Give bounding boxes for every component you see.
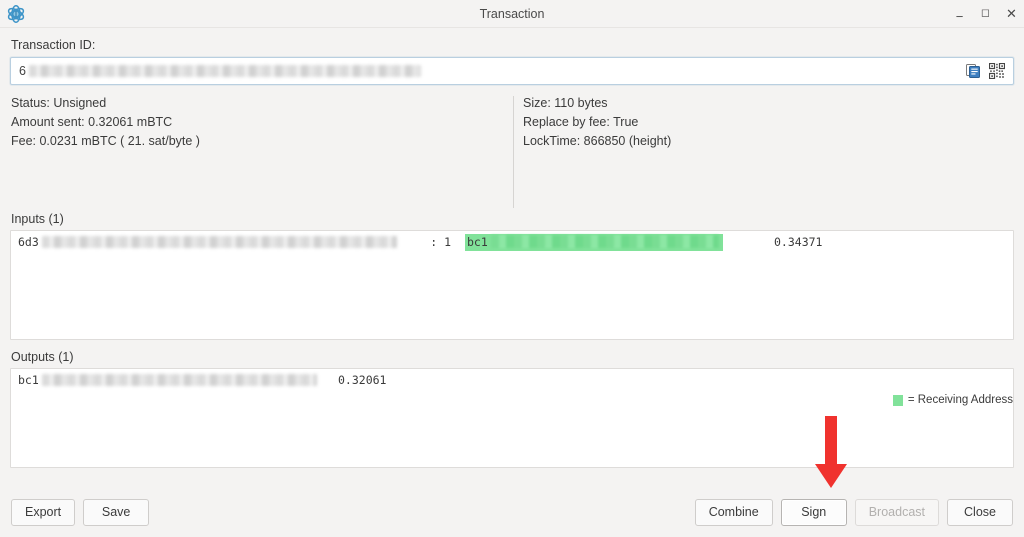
legend-swatch-icon <box>892 394 903 406</box>
transaction-id-input[interactable]: 6 <box>11 58 959 84</box>
title-bar: Transaction − ◻ ✕ <box>0 0 1024 28</box>
electrum-atom-icon <box>5 3 27 25</box>
qr-code-icon[interactable] <box>988 62 1006 80</box>
input-address-highlight: bc1 <box>465 233 723 251</box>
sign-button[interactable]: Sign <box>780 498 847 526</box>
input-index: : 1 <box>430 235 451 249</box>
input-txid-cell: 6d3 <box>18 235 427 249</box>
detail-locktime: LockTime: 866850 (height) <box>523 134 672 148</box>
right-button-group: Combine Sign Broadcast Close <box>694 498 1013 526</box>
output-address-prefix: bc1 <box>18 373 39 387</box>
input-txid-redacted <box>41 236 397 248</box>
close-window-button[interactable]: ✕ <box>1005 7 1018 20</box>
detail-status: Status: Unsigned <box>11 96 107 110</box>
input-address-redacted <box>490 235 719 248</box>
details-left-column: Status: Unsigned Amount sent: 0.32061 mB… <box>10 94 513 212</box>
output-amount: 0.32061 <box>338 373 387 387</box>
left-button-group: Export Save <box>11 498 150 526</box>
maximize-button[interactable]: ◻ <box>979 8 992 19</box>
inputs-label: Inputs (1) <box>11 212 64 226</box>
output-address-redacted <box>41 374 317 386</box>
output-address-cell: bc1 <box>18 373 338 387</box>
detail-amount-sent: Amount sent: 0.32061 mBTC <box>11 115 173 129</box>
input-address-prefix: bc1 <box>467 234 488 249</box>
broadcast-button: Broadcast <box>854 498 939 526</box>
window-controls: − ◻ ✕ <box>953 0 1018 27</box>
close-button[interactable]: Close <box>947 498 1013 526</box>
combine-button[interactable]: Combine <box>694 498 773 526</box>
window-title: Transaction <box>479 6 545 21</box>
dialog-button-bar: Export Save Combine Sign Broadcast Close <box>0 487 1024 537</box>
outputs-list[interactable]: bc1 0.32061 <box>10 368 1014 468</box>
transaction-id-label: Transaction ID: <box>11 38 96 52</box>
table-row[interactable]: bc1 0.32061 <box>11 369 1013 391</box>
transaction-id-actions <box>959 58 1013 84</box>
transaction-id-row: 6 <box>10 57 1014 85</box>
transaction-id-value: 6 <box>19 64 26 78</box>
legend-text: = Receiving Address <box>907 394 1013 406</box>
outputs-label: Outputs (1) <box>11 350 74 364</box>
detail-replace-by-fee: Replace by fee: True <box>523 115 639 129</box>
minimize-button[interactable]: − <box>953 10 966 23</box>
transaction-details: Status: Unsigned Amount sent: 0.32061 mB… <box>10 94 1014 212</box>
details-right-column: Size: 110 bytes Replace by fee: True Loc… <box>514 94 671 212</box>
detail-size: Size: 110 bytes <box>523 96 608 110</box>
dialog-content: Transaction ID: 6 Status: Unsigned Amoun… <box>0 38 1024 468</box>
input-address-cell: bc1 <box>465 233 723 251</box>
inputs-list[interactable]: 6d3 : 1 bc1 0.34371 <box>10 230 1014 340</box>
input-txid-prefix: 6d3 <box>18 235 39 249</box>
detail-fee: Fee: 0.0231 mBTC ( 21. sat/byte ) <box>11 134 200 148</box>
export-button[interactable]: Export <box>11 498 76 526</box>
copy-icon[interactable] <box>965 63 981 79</box>
transaction-id-redacted <box>28 65 421 77</box>
table-row[interactable]: 6d3 : 1 bc1 0.34371 <box>11 231 1013 253</box>
input-amount: 0.34371 <box>774 235 823 249</box>
receiving-address-legend: = Receiving Address <box>892 394 1013 406</box>
save-button[interactable]: Save <box>83 498 150 526</box>
